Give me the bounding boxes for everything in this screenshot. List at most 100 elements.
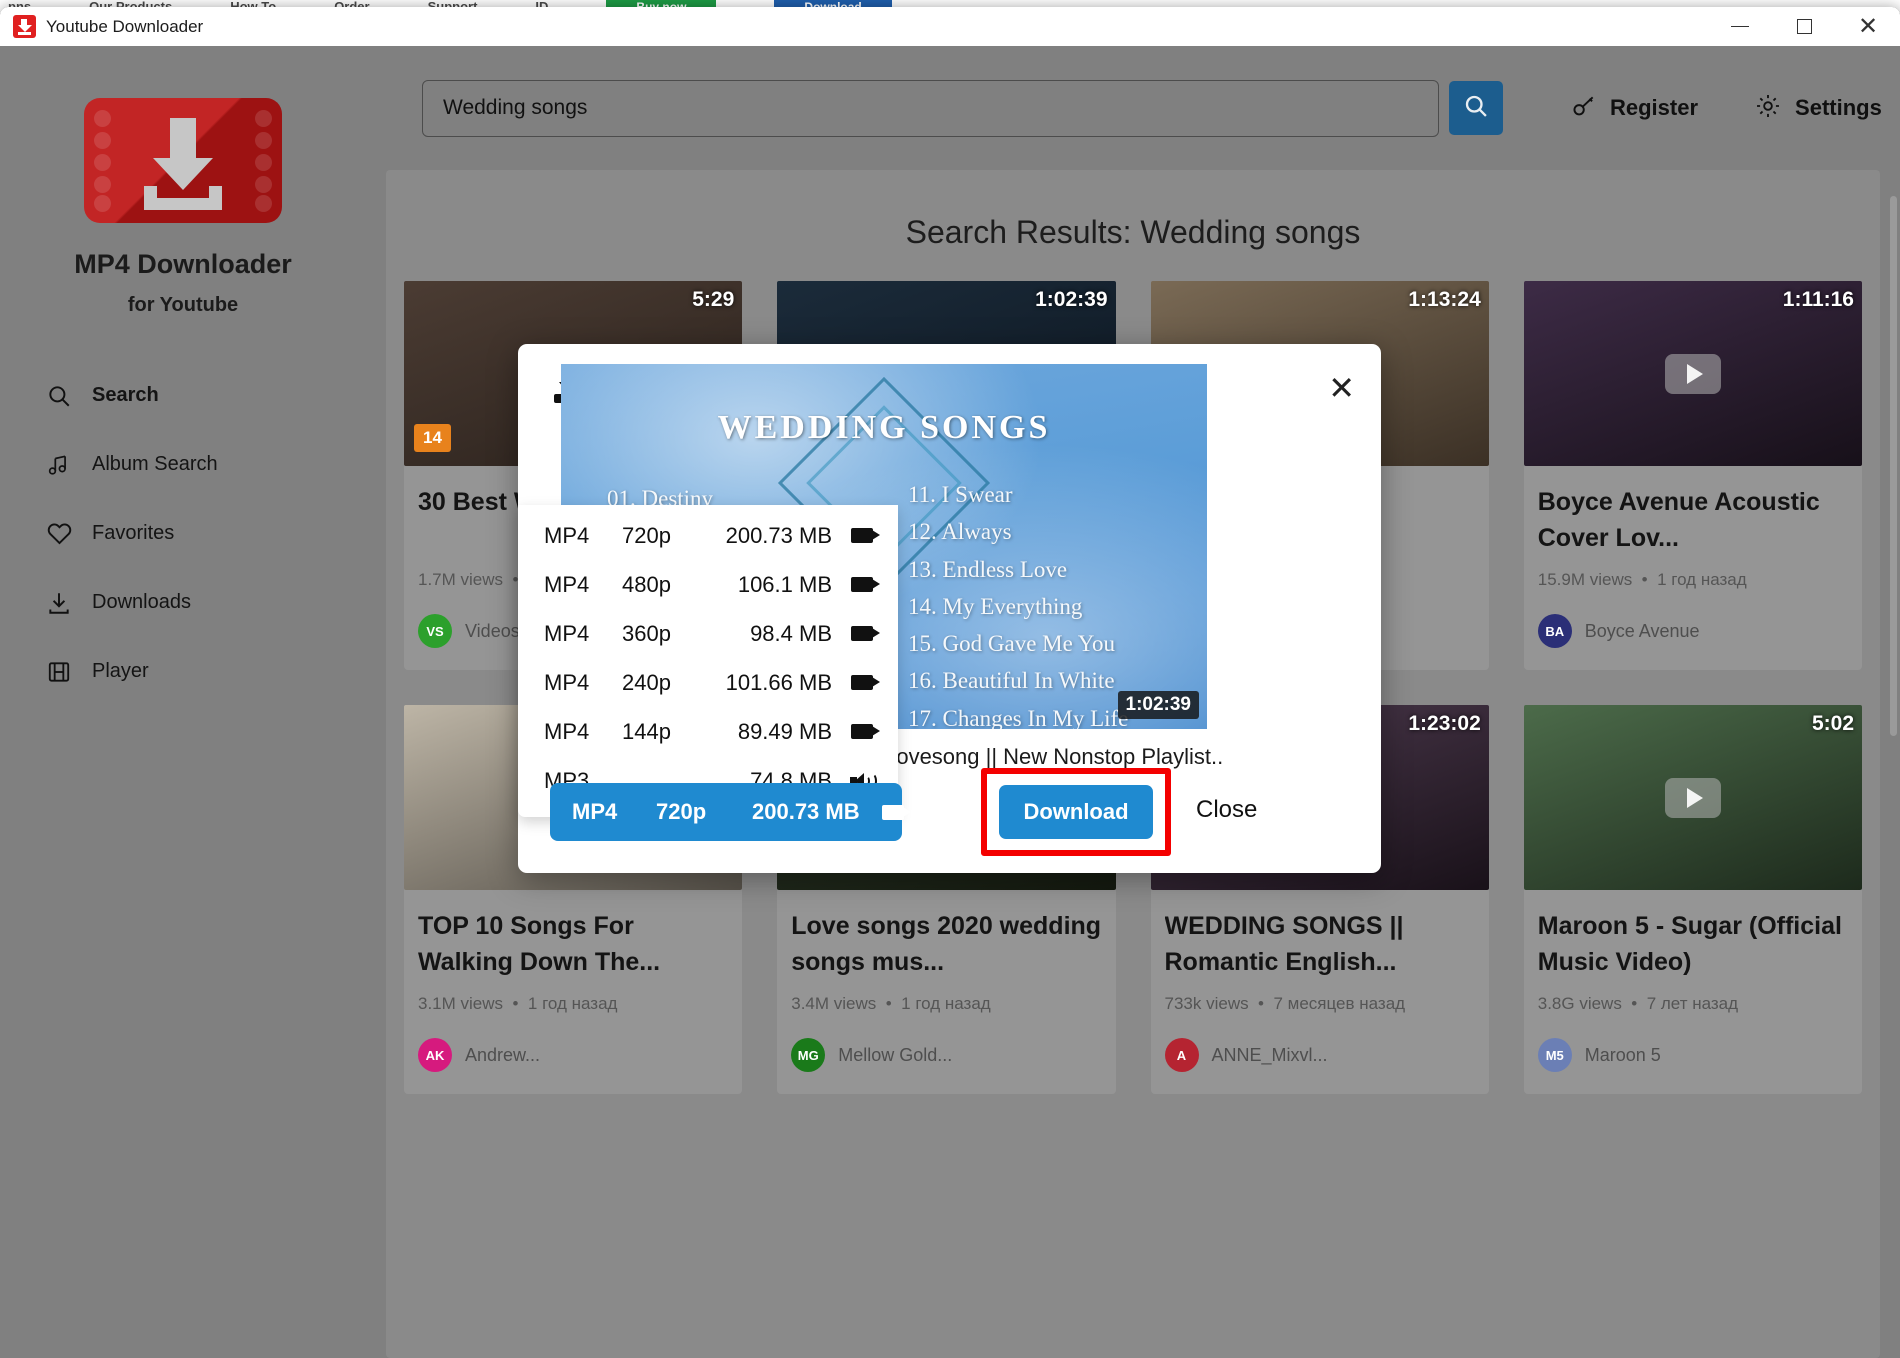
sidebar-item-player[interactable]: Player xyxy=(0,637,366,706)
sidebar-nav: Search Album Search Favorites Downloads … xyxy=(0,361,366,706)
format-size: 106.1 MB xyxy=(737,571,832,597)
video-thumbnail[interactable]: 5:02 xyxy=(1523,705,1862,890)
video-views: 3.8G views xyxy=(1537,994,1622,1013)
sidebar-item-downloads[interactable]: Downloads xyxy=(0,568,366,637)
download-icon xyxy=(46,590,92,616)
app-name: MP4 Downloader xyxy=(74,249,292,279)
video-age: 7 месяцев назад xyxy=(1273,994,1406,1013)
selected-format-size: 200.73 MB xyxy=(752,799,860,824)
format-quality: 720p xyxy=(622,522,671,548)
thumbnail-title: WEDDING SONGS xyxy=(717,409,1051,446)
search-button[interactable] xyxy=(1449,81,1503,135)
video-camera-icon xyxy=(882,804,911,820)
minimize-button[interactable] xyxy=(1708,7,1772,46)
video-meta: 733k views • 7 месяцев назад xyxy=(1164,994,1406,1013)
avatar: AK xyxy=(418,1038,452,1072)
video-thumbnail[interactable]: 1:11:16 xyxy=(1523,281,1862,466)
sidebar-item-label: Player xyxy=(92,660,149,682)
channel-row[interactable]: MG Mellow Gold... xyxy=(791,1038,1101,1072)
mp4-downloader-logo-icon xyxy=(84,98,282,223)
sidebar-item-label: Favorites xyxy=(92,522,175,544)
video-meta: 15.9M views • 1 год назад xyxy=(1537,570,1747,589)
close-button[interactable]: Close xyxy=(1196,796,1257,824)
video-camera-icon xyxy=(832,626,892,641)
sidebar-item-favorites[interactable]: Favorites xyxy=(0,499,366,568)
format-option[interactable]: MP4 240p 101.66 MB xyxy=(518,658,898,707)
video-badge: 14 xyxy=(414,424,451,452)
window-title: Youtube Downloader xyxy=(46,16,204,36)
close-icon[interactable]: ✕ xyxy=(1328,372,1355,404)
avatar: VS xyxy=(418,614,452,648)
selected-format-button[interactable]: MP4 720p 200.73 MB xyxy=(550,783,911,841)
video-age: 7 лет назад xyxy=(1646,994,1739,1013)
window-controls: ✕ xyxy=(1708,7,1900,46)
video-meta: 3.4M views • 1 год назад xyxy=(791,994,991,1013)
window-close-button[interactable]: ✕ xyxy=(1836,7,1900,46)
sidebar-item-search[interactable]: Search xyxy=(0,361,366,430)
heart-icon xyxy=(46,520,92,547)
avatar: MG xyxy=(791,1038,826,1072)
video-title: Love songs 2020 wedding songs mus... xyxy=(791,912,1102,977)
avatar: BA xyxy=(1537,614,1572,648)
format-name: MP4 xyxy=(544,620,590,646)
channel-name: ANNE_Mixvl... xyxy=(1211,1044,1328,1065)
video-duration: 1:23:02 xyxy=(1408,712,1481,735)
dialog-video-title: ...ovesong || New Nonstop Playlist.. xyxy=(878,744,1224,769)
format-dropdown-list[interactable]: MP4 720p 200.73 MB MP4 480p 106.1 MB MP4… xyxy=(518,505,898,817)
format-size: 101.66 MB xyxy=(725,669,832,695)
avatar: A xyxy=(1164,1038,1199,1072)
format-name: MP4 xyxy=(544,522,590,548)
format-name: MP4 xyxy=(544,718,590,744)
video-duration: 5:02 xyxy=(1811,712,1854,735)
video-card[interactable]: 1:11:16 Boyce Avenue Acoustic Cover Lov.… xyxy=(1523,281,1862,670)
channel-row[interactable]: A ANNE_Mixvl... xyxy=(1164,1038,1475,1072)
channel-row[interactable]: AK Andrew... xyxy=(418,1038,728,1072)
format-option[interactable]: MP4 720p 200.73 MB xyxy=(518,511,898,560)
video-title: Maroon 5 - Sugar (Official Music Video) xyxy=(1537,912,1842,977)
settings-label: Settings xyxy=(1795,95,1882,120)
video-duration: 1:13:24 xyxy=(1408,288,1481,311)
video-age: 1 год назад xyxy=(1657,570,1747,589)
search-icon xyxy=(46,383,92,409)
format-size: 98.4 MB xyxy=(750,620,832,646)
register-label: Register xyxy=(1610,95,1699,120)
film-icon xyxy=(46,659,92,685)
video-views: 3.4M views xyxy=(791,994,877,1013)
maximize-button[interactable] xyxy=(1772,7,1836,46)
play-icon[interactable] xyxy=(1664,353,1721,394)
video-camera-icon xyxy=(832,724,892,739)
channel-name: Boyce Avenue xyxy=(1584,620,1700,641)
format-name: MP4 xyxy=(544,669,590,695)
settings-button[interactable]: Settings xyxy=(1754,92,1882,125)
video-camera-icon xyxy=(832,675,892,690)
channel-row[interactable]: M5 Maroon 5 xyxy=(1537,1038,1848,1072)
avatar: M5 xyxy=(1537,1038,1572,1072)
results-title: Search Results: Wedding songs xyxy=(905,214,1361,250)
format-quality: 480p xyxy=(622,571,671,597)
video-views: 1.7M views xyxy=(418,570,504,589)
video-duration: 1:02:39 xyxy=(1035,288,1108,311)
format-option[interactable]: MP4 144p 89.49 MB xyxy=(518,707,898,756)
video-camera-icon xyxy=(832,528,892,543)
vertical-scrollbar[interactable] xyxy=(1890,196,1897,736)
sidebar: MP4 Downloader for Youtube Search Album … xyxy=(0,46,366,1358)
video-age: 1 год назад xyxy=(527,994,618,1013)
sidebar-item-label: Search xyxy=(92,384,159,406)
app-subtitle: for Youtube xyxy=(127,294,239,316)
play-icon[interactable] xyxy=(1664,777,1721,818)
sidebar-item-album-search[interactable]: Album Search xyxy=(0,430,366,499)
video-card[interactable]: 5:02 Maroon 5 - Sugar (Official Music Vi… xyxy=(1523,705,1862,1094)
download-button-highlight xyxy=(981,768,1171,856)
video-views: 733k views xyxy=(1164,994,1249,1013)
register-button[interactable]: Register xyxy=(1571,93,1698,124)
search-icon xyxy=(1462,92,1490,125)
channel-row[interactable]: BA Boyce Avenue xyxy=(1537,614,1848,648)
format-option[interactable]: MP4 480p 106.1 MB xyxy=(518,560,898,609)
video-title: Boyce Avenue Acoustic Cover Lov... xyxy=(1537,488,1820,553)
format-option[interactable]: MP4 360p 98.4 MB xyxy=(518,609,898,658)
music-note-icon xyxy=(46,452,92,478)
channel-name: Andrew... xyxy=(465,1044,541,1065)
search-input[interactable] xyxy=(422,79,1439,137)
key-icon xyxy=(1571,93,1597,124)
app-logo-icon xyxy=(13,15,36,38)
